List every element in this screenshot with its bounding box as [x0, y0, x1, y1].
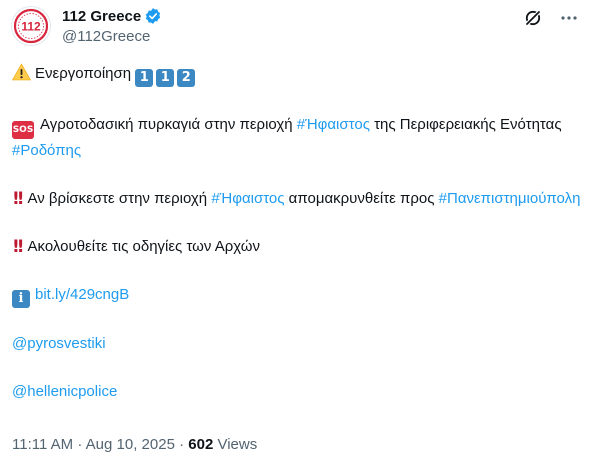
- grok-icon[interactable]: [523, 8, 543, 28]
- tweet-paragraph-follow: !! Ακολουθείτε τις οδηγίες των Αρχών: [12, 235, 582, 259]
- activation-text: Ενεργοποίηση: [35, 65, 132, 82]
- hashtag-link[interactable]: #Ροδόπης: [12, 142, 81, 159]
- tweet-paragraph-link: i bit.ly/429cngB: [12, 283, 582, 308]
- mention-link[interactable]: @hellenicpolice: [12, 383, 117, 400]
- follow-text: Ακολουθείτε τις οδηγίες των Αρχών: [27, 238, 260, 255]
- sos-emoji-icon: SOS: [12, 121, 34, 139]
- hashtag-link[interactable]: #Ήφαιστος: [211, 190, 284, 207]
- tweet-paragraph-fire: SOS Αγροτοδασική πυρκαγιά στην περιοχή #Ή…: [12, 113, 582, 163]
- avatar[interactable]: 112: [11, 6, 51, 46]
- tweet-paragraph-mention-2: @hellenicpolice: [12, 380, 582, 404]
- tweet-line-activation: Ενεργοποίηση 112: [11, 62, 582, 89]
- evacuate-text-b: απομακρυνθείτε προς: [284, 190, 439, 207]
- views-count: 602: [188, 436, 214, 453]
- double-exclamation-emoji-icon: !!: [12, 237, 24, 257]
- tweet-paragraph-evacuate: !! Αν βρίσκεστε στην περιοχή #Ήφαιστος απ…: [12, 187, 582, 211]
- top-actions: [507, 8, 579, 28]
- verified-badge-icon[interactable]: [144, 7, 162, 25]
- keycap-digit: 1: [156, 69, 175, 87]
- information-emoji-icon: i: [12, 290, 30, 308]
- meta-separator: ·: [174, 436, 189, 453]
- account-header: 112 Greece @112Greece: [62, 6, 162, 45]
- handle[interactable]: @112Greece: [62, 28, 162, 45]
- fire-text-b: της Περιφερειακής Ενότητας: [369, 116, 562, 133]
- avatar-text: 112: [21, 20, 41, 34]
- tweet-paragraph-mention-1: @pyrosvestiki: [12, 332, 582, 356]
- tweet-time[interactable]: 11:11 AM: [12, 436, 73, 453]
- tweet-body: Ενεργοποίηση 112 SOS Αγροτοδασική πυρκαγι…: [11, 62, 582, 404]
- short-link[interactable]: bit.ly/429cngB: [35, 286, 129, 303]
- keycap-digit: 2: [177, 69, 196, 87]
- avatar-logo: 112: [13, 8, 49, 44]
- double-exclamation-emoji-icon: !!: [12, 189, 24, 209]
- keycap-digit: 1: [135, 69, 154, 87]
- warning-emoji-icon: [11, 63, 32, 89]
- display-name[interactable]: 112 Greece: [62, 8, 141, 25]
- tweet-meta: 11:11 AM · Aug 10, 2025 · 602 Views: [12, 436, 257, 453]
- fire-text-a: Αγροτοδασική πυρκαγιά στην περιοχή: [40, 116, 297, 133]
- meta-separator: ·: [73, 436, 86, 453]
- views-label: Views: [213, 436, 258, 453]
- tweet-date[interactable]: Aug 10, 2025: [86, 436, 175, 453]
- hashtag-link[interactable]: #Πανεπιστημιούπολη: [439, 190, 581, 207]
- mention-link[interactable]: @pyrosvestiki: [12, 335, 106, 352]
- hashtag-link[interactable]: #Ήφαιστος: [297, 116, 370, 133]
- evacuate-text-a: Αν βρίσκεστε στην περιοχή: [27, 190, 212, 207]
- more-options-icon[interactable]: [559, 8, 579, 28]
